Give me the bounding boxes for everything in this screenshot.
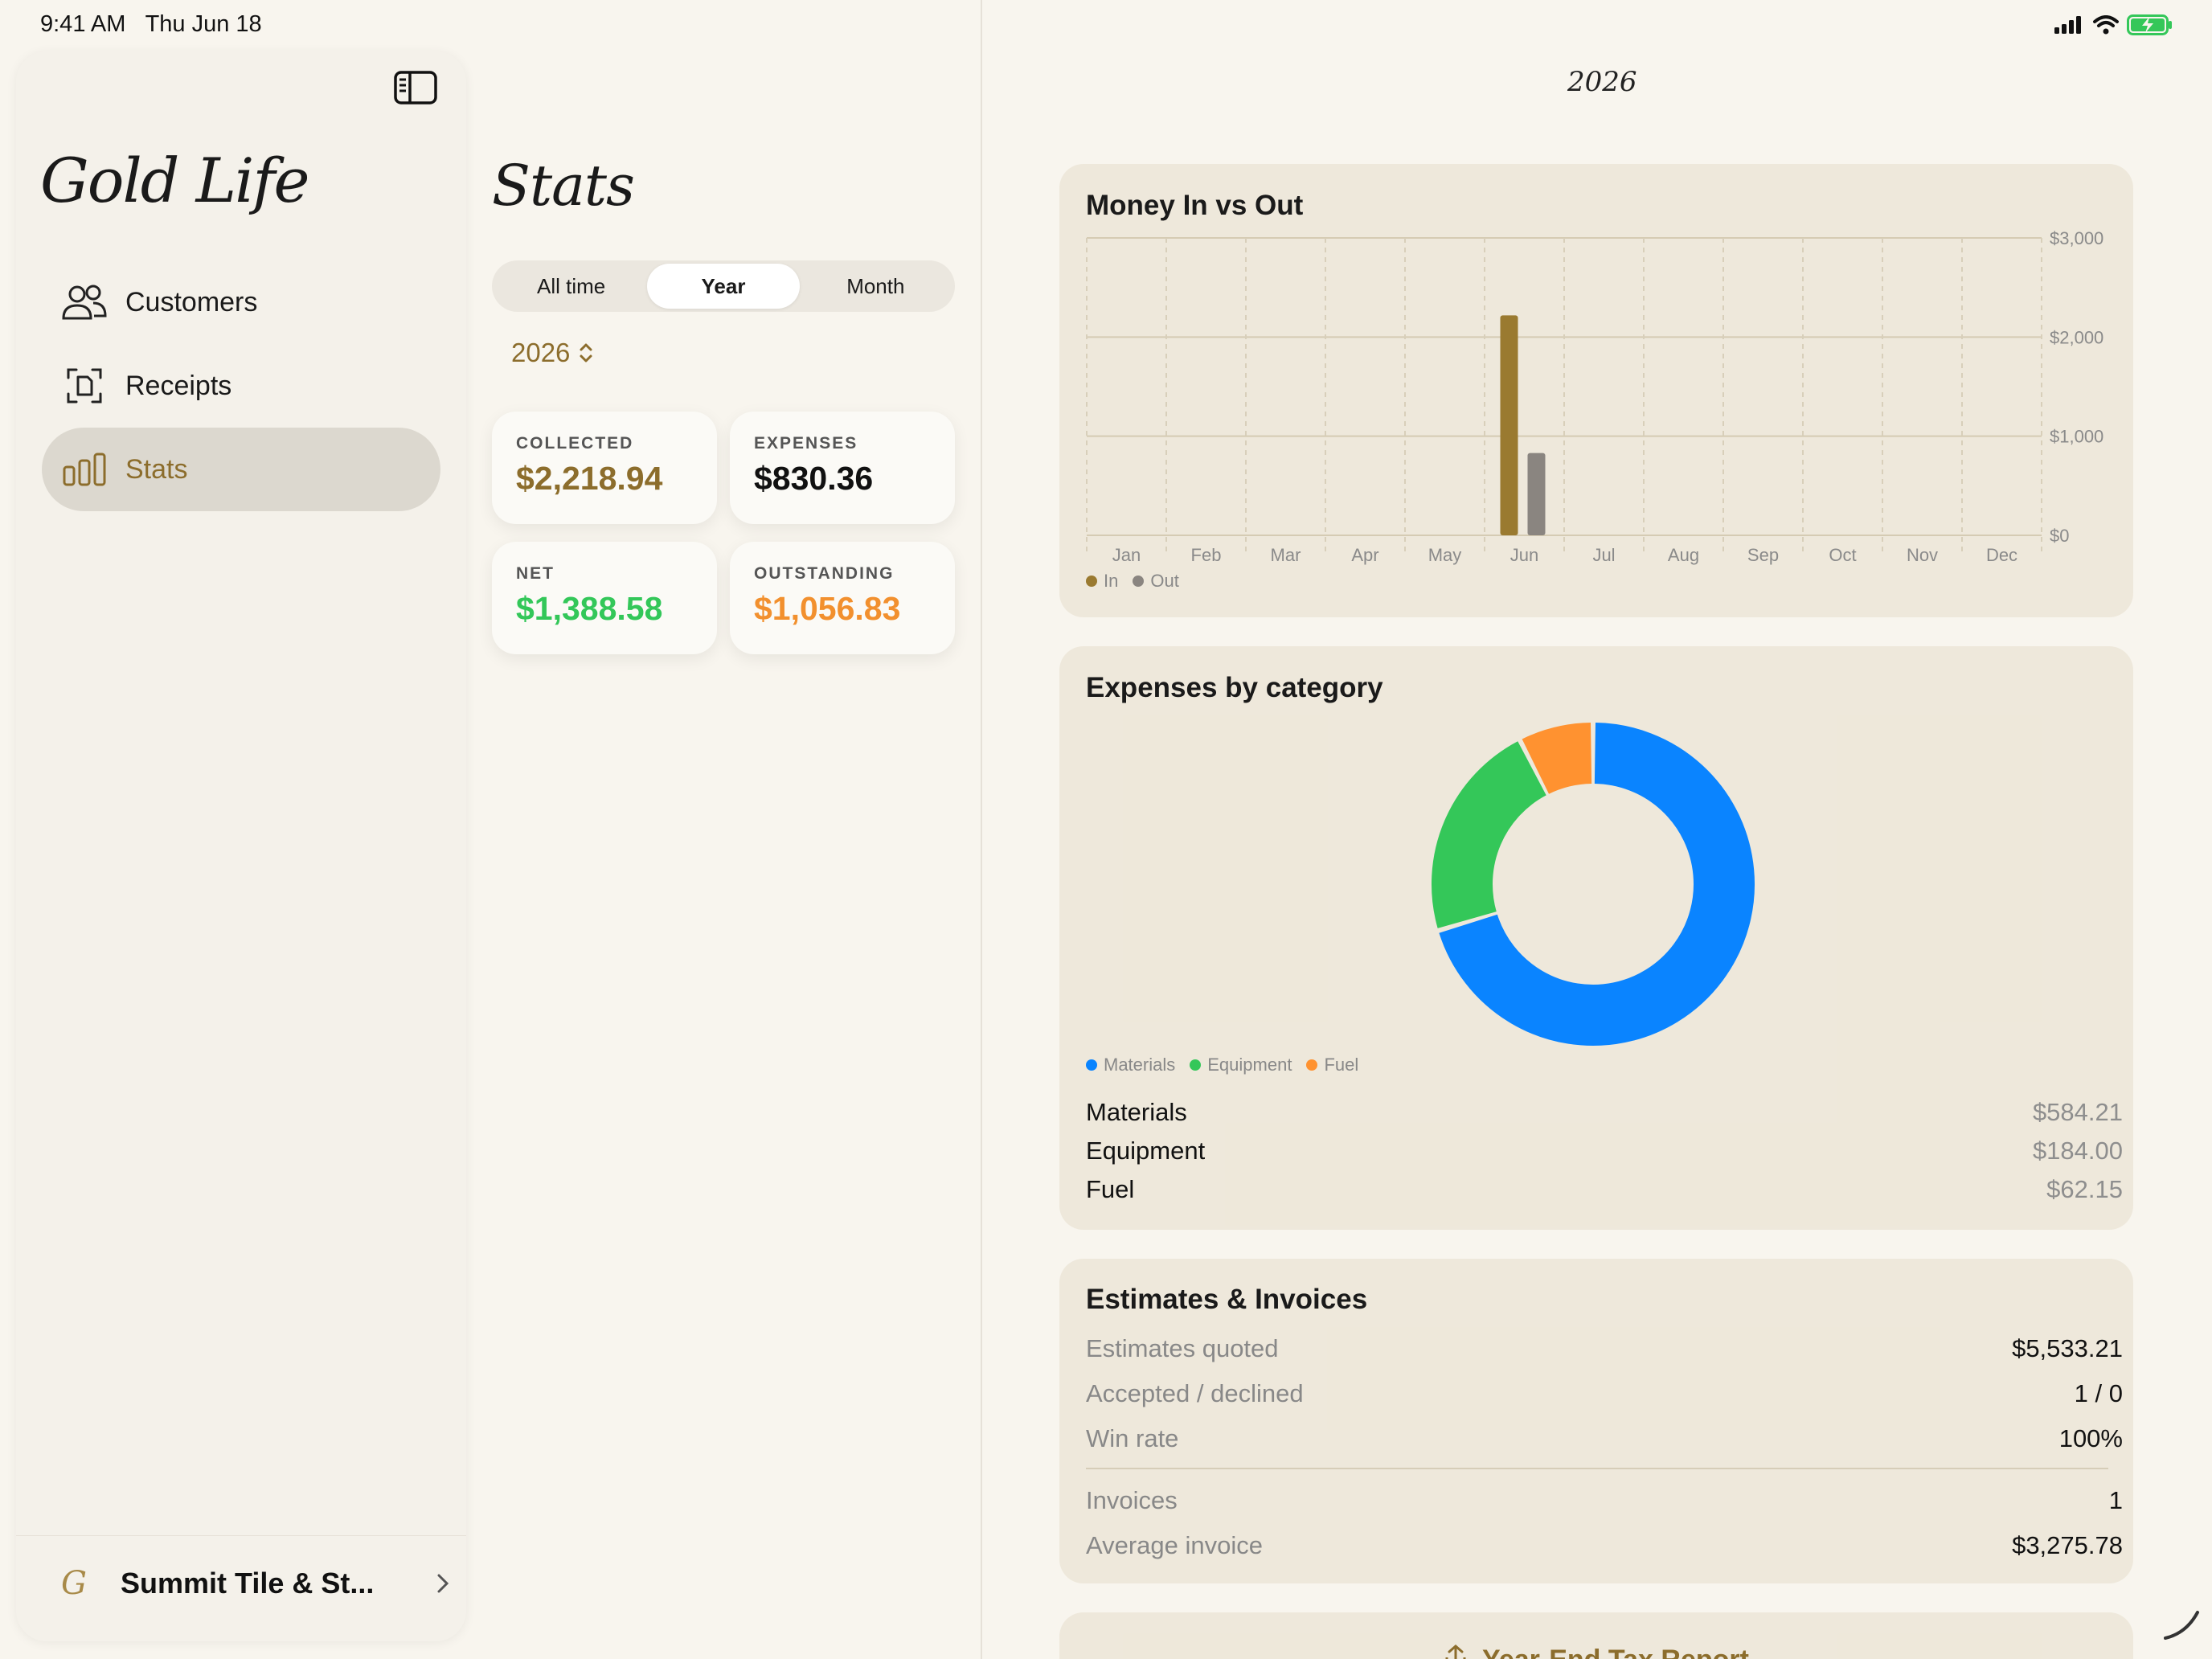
x-tick-label: Jun [1510,545,1538,565]
money-chart-legend: In Out [1086,571,1179,592]
invoice-row: Average invoice $3,275.78 [1086,1531,2123,1559]
category-row-equipment: Equipment $184.00 [1086,1137,2123,1165]
estimate-row: Estimates quoted $5,533.21 [1086,1334,2123,1362]
category-name: Fuel [1086,1175,1135,1203]
net-card: NET $1,388.58 [492,542,717,654]
year-picker-value: 2026 [511,338,571,367]
expenses-card: EXPENSES $830.36 [730,412,955,524]
bar-chart-icon [61,451,108,488]
category-name: Equipment [1086,1137,1206,1165]
card-value: $1,388.58 [516,590,663,627]
segment-all-time[interactable]: All time [495,264,647,309]
card-label: COLLECTED [516,434,634,453]
x-tick-label: Jul [1592,545,1615,565]
x-tick-label: Dec [1986,545,2017,565]
status-time: 9:41 AM Thu Jun 18 [40,11,262,37]
invoice-row: Invoices 1 [1086,1486,2123,1514]
account-row[interactable]: G Summit Tile & St... [48,1551,450,1616]
estimate-row: Accepted / declined 1 / 0 [1086,1379,2123,1407]
year-picker[interactable]: 2026 [511,338,594,368]
card-label: OUTSTANDING [754,564,895,583]
y-tick-label: $2,000 [2050,327,2103,347]
bar-out-jun[interactable] [1527,453,1546,535]
card-label: NET [516,564,555,583]
legend-item-out: Out [1133,571,1179,592]
segment-month[interactable]: Month [800,264,952,309]
year-end-tax-report-label: Year-End Tax Report [1482,1645,1749,1659]
x-tick-label: Mar [1271,545,1301,565]
legend-item-materials: Materials [1086,1055,1175,1075]
card-value: $1,056.83 [754,590,901,627]
y-tick-label: $3,000 [2050,228,2103,248]
x-tick-label: Apr [1351,545,1378,565]
sidebar-item-label: Stats [125,453,188,485]
chevron-right-icon [437,1574,449,1593]
account-name: Summit Tile & St... [121,1567,375,1600]
bar-in-jun[interactable] [1500,315,1518,535]
y-tick-label: $1,000 [2050,427,2103,447]
estimates-title: Estimates & Invoices [1086,1284,1368,1315]
expenses-legend: Materials Equipment Fuel [1086,1055,1358,1075]
card-label: EXPENSES [754,434,858,453]
sidebar-item-label: Customers [125,286,258,317]
estimates-divider [1086,1468,2108,1469]
y-tick-label: $0 [2050,526,2069,546]
category-amount: $62.15 [2046,1175,2123,1203]
estimate-row: Win rate 100% [1086,1424,2123,1452]
category-name: Materials [1086,1098,1187,1126]
category-row-materials: Materials $584.21 [1086,1098,2123,1127]
sidebar-item-customers[interactable]: Customers [42,260,440,344]
resize-handle-icon[interactable] [2162,1609,2202,1641]
legend-item-in: In [1086,571,1118,592]
receipt-scan-icon [61,367,108,404]
donut-slice-equipment[interactable] [1432,741,1547,928]
card-value: $2,218.94 [516,460,663,497]
people-icon [61,284,108,321]
chart-grid [1086,237,2042,553]
sidebar-item-receipts[interactable]: Receipts [42,344,440,428]
detail-year-title: 2026 [1567,66,1637,98]
segment-year[interactable]: Year [647,264,800,309]
x-tick-label: Feb [1191,545,1222,565]
donut-slice-fuel[interactable] [1522,723,1593,795]
x-tick-label: Jan [1112,545,1141,565]
cellular-signal-icon [2054,16,2081,34]
monogram-logo-icon: G [61,1565,87,1602]
legend-item-fuel: Fuel [1306,1055,1358,1075]
year-end-tax-report-button[interactable]: Year-End Tax Report [1059,1612,2133,1659]
card-value: $830.36 [754,460,874,497]
x-tick-label: May [1428,545,1462,565]
x-tick-label: Sep [1747,545,1779,565]
sidebar-item-stats[interactable]: Stats [42,428,440,511]
x-tick-label: Oct [1829,545,1856,565]
money-chart: $0 $1,000 $2,000 $3,000 Jan Feb Mar Apr May Jun Ju… [1086,228,2103,565]
battery-charging-icon [2127,14,2172,35]
wifi-icon [2093,15,2119,35]
column-divider [981,0,982,1659]
page-title: Stats [492,153,635,219]
status-indicators [2054,14,2173,35]
category-amount: $584.21 [2032,1098,2123,1126]
sidebar-toggle-button[interactable] [394,71,437,104]
outstanding-card: OUTSTANDING $1,056.83 [730,542,955,654]
status-date: Thu Jun 18 [145,11,262,37]
legend-item-equipment: Equipment [1190,1055,1292,1075]
category-amount: $184.00 [2032,1137,2123,1165]
chevron-up-down-icon [580,343,592,363]
sidebar-icon [394,71,437,104]
x-tick-label: Nov [1907,545,1938,565]
expenses-donut-chart [1432,723,1755,1046]
x-tick-label: Aug [1668,545,1699,565]
sidebar-divider [16,1535,466,1536]
share-icon [1445,1645,1466,1659]
period-segmented-control: All time Year Month [492,260,955,312]
app-logo: Gold Life [40,145,309,216]
collected-card: COLLECTED $2,218.94 [492,412,717,524]
category-row-fuel: Fuel $62.15 [1086,1175,2123,1204]
sidebar-item-label: Receipts [125,370,232,401]
expenses-chart-title: Expenses by category [1086,672,1383,703]
